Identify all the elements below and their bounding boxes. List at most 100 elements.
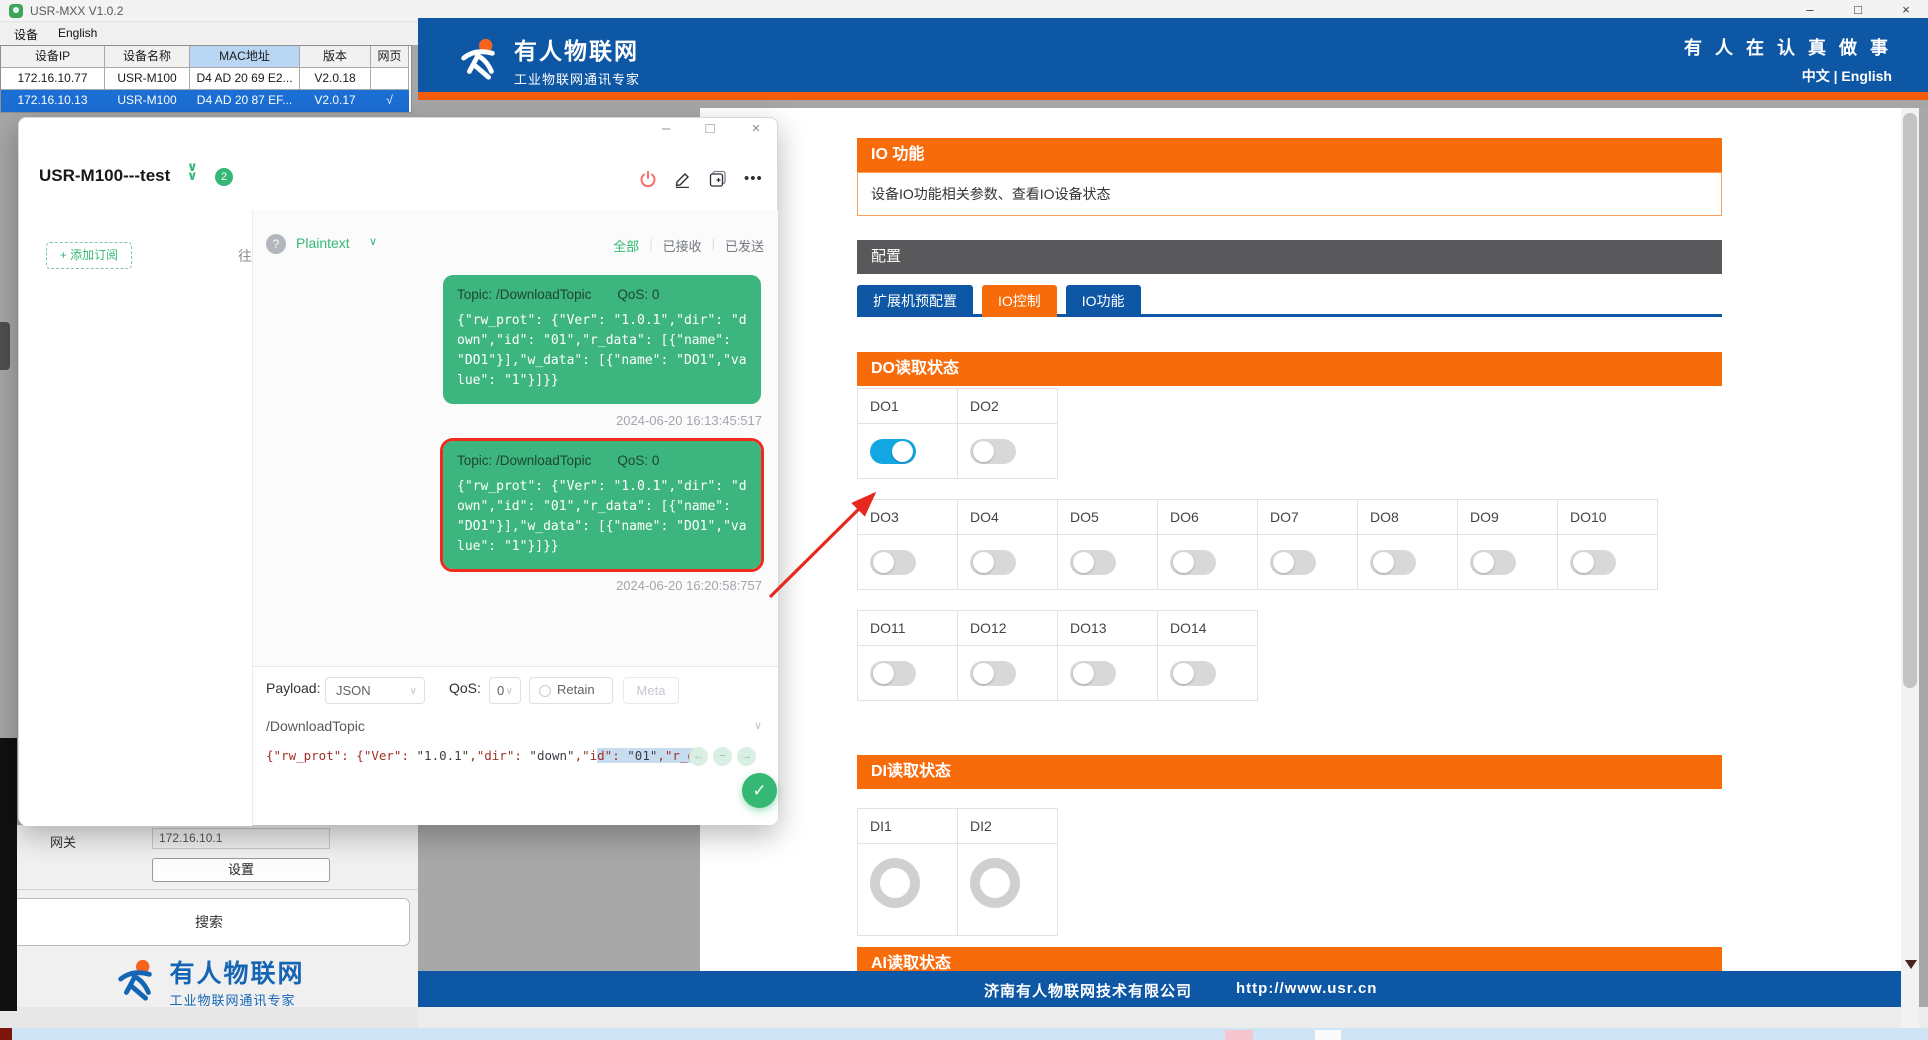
mqtt-minimize-button[interactable]: – (651, 120, 681, 137)
toggle-DO13[interactable] (1070, 661, 1116, 686)
toggle-DO5[interactable] (1070, 550, 1116, 575)
retain-radio[interactable] (539, 685, 551, 697)
next-arrow-icon[interactable]: → (737, 747, 756, 766)
add-subscription-button[interactable]: + 添加订阅 (46, 242, 132, 269)
taskbar-strip (0, 1028, 1928, 1040)
toggle-DO1[interactable] (870, 439, 916, 464)
di-table: DI1DI2 (857, 808, 1058, 936)
message-bubble[interactable]: Topic: /DownloadTopicQoS: 0{"rw_prot": {… (440, 272, 764, 407)
toggle-DO7[interactable] (1270, 550, 1316, 575)
device-table-header: 设备IP设备名称MAC地址版本网页 (1, 46, 411, 68)
message-filters: 全部 | 已接收 | 已发送 (613, 236, 764, 255)
toggle-DO8[interactable] (1370, 550, 1416, 575)
app-menu-bar: 设备 English (0, 22, 418, 45)
send-button[interactable]: ✓ (742, 773, 777, 808)
scrollbar-thumb[interactable] (1903, 113, 1917, 688)
collapse-icon[interactable]: − (713, 747, 732, 766)
new-window-icon[interactable] (709, 170, 727, 193)
toggle-DO12[interactable] (970, 661, 1016, 686)
code-token: "down" (529, 748, 574, 763)
toggle-DO11[interactable] (870, 661, 916, 686)
logo-title: 有人物联网 (169, 954, 304, 990)
edit-pencil-icon[interactable] (674, 170, 692, 193)
search-button[interactable]: 搜索 (8, 898, 410, 946)
subscription-count-badge: 2 (215, 168, 233, 186)
filter-已发送[interactable]: 已发送 (725, 236, 764, 255)
page-main-content: IO 功能 设备IO功能相关参数、查看IO设备状态 配置 扩展机预配置IO控制I… (857, 108, 1722, 971)
do-label-DO10: DO10 (1558, 500, 1658, 535)
di-indicator-DI2 (970, 858, 1020, 908)
message-list: Topic: /DownloadTopicQoS: 0{"rw_prot": {… (253, 272, 764, 603)
menu-item-device[interactable]: 设备 (14, 26, 38, 43)
language-switch[interactable]: 中文 | English (1802, 66, 1892, 86)
code-token: {"rw_prot": {"Ver": (266, 748, 417, 763)
filter-全部[interactable]: 全部 (613, 236, 639, 255)
payload-type-select[interactable]: JSON∨ (325, 677, 425, 704)
device-table-header-cell[interactable]: MAC地址 (190, 46, 300, 68)
tab-IO控制[interactable]: IO控制 (982, 285, 1057, 317)
collapsed-side-tab[interactable] (0, 322, 10, 370)
taskbar-red-item[interactable] (0, 1028, 12, 1040)
help-icon[interactable]: ? (266, 234, 286, 254)
more-options-icon[interactable]: ••• (744, 170, 763, 187)
mqtt-maximize-button[interactable]: □ (695, 120, 725, 137)
bubble-qos: QoS: 0 (617, 287, 659, 302)
tab-IO功能[interactable]: IO功能 (1066, 285, 1141, 317)
do-label-DO14: DO14 (1158, 611, 1258, 646)
site-tagline: 有 人 在 认 真 做 事 (1684, 34, 1892, 60)
gateway-input[interactable]: 172.16.10.1 (152, 828, 330, 849)
chevron-down-icon: ∨ (369, 235, 377, 248)
meta-button[interactable]: Meta (623, 677, 679, 704)
menu-item-english[interactable]: English (58, 26, 97, 40)
topic-input[interactable]: /DownloadTopic∨ (266, 713, 764, 739)
device-table-header-cell[interactable]: 设备名称 (105, 46, 190, 68)
filter-已接收[interactable]: 已接收 (663, 236, 702, 255)
mqtt-close-button[interactable]: × (741, 120, 771, 137)
payload-editor[interactable]: {"rw_prot": {"Ver": "1.0.1","dir": "down… (266, 745, 696, 767)
bubble-payload: {"rw_prot": {"Ver": "1.0.1","dir": "down… (457, 311, 747, 392)
left-dark-strip (0, 738, 17, 1011)
prev-arrow-icon[interactable]: ← (689, 747, 708, 766)
filter-separator: | (649, 236, 652, 255)
toggle-DO6[interactable] (1170, 550, 1216, 575)
toggle-DO3[interactable] (870, 550, 916, 575)
toggle-DO9[interactable] (1470, 550, 1516, 575)
do-label-DO3: DO3 (858, 500, 958, 535)
subscriptions-panel: + 添加订阅 往 (19, 210, 253, 826)
filter-separator: | (712, 236, 715, 255)
qos-select[interactable]: 0∨ (489, 677, 521, 704)
do-label-DO6: DO6 (1158, 500, 1258, 535)
do-label-DO12: DO12 (958, 611, 1058, 646)
di-label-DI1: DI1 (858, 809, 958, 844)
message-area: ? Plaintext ∨ 全部 | 已接收 | 已发送 Topic: /Downloa… (253, 210, 778, 666)
taskbar-pink-item[interactable] (1225, 1030, 1253, 1040)
retain-label: Retain (557, 682, 595, 697)
payload-format-select[interactable]: Plaintext (296, 235, 350, 251)
power-icon[interactable] (639, 170, 657, 193)
message-bubble-highlighted[interactable]: Topic: /DownloadTopicQoS: 0{"rw_prot": {… (440, 438, 764, 573)
toggle-DO14[interactable] (1170, 661, 1216, 686)
site-header: 有人物联网 工业物联网通讯专家 有 人 在 认 真 做 事 中文 | Engli… (418, 18, 1928, 100)
device-table-row[interactable]: 172.16.10.77USR-M100D4 AD 20 69 E2...V2.… (1, 68, 411, 90)
logo-subtitle: 工业物联网通讯专家 (169, 990, 304, 1009)
footer-url[interactable]: http://www.usr.cn (1236, 980, 1377, 1001)
toggle-DO2[interactable] (970, 439, 1016, 464)
toggle-DO4[interactable] (970, 550, 1016, 575)
taskbar-white-item[interactable] (1315, 1030, 1341, 1040)
settings-button[interactable]: 设置 (152, 858, 330, 882)
device-table-header-cell[interactable]: 网页 (371, 46, 409, 68)
chevron-double-down-icon[interactable]: ∨∨ (187, 162, 198, 180)
tab-扩展机预配置[interactable]: 扩展机预配置 (857, 285, 973, 317)
scrollbar-down-arrow[interactable] (1905, 960, 1917, 969)
device-table-row[interactable]: 172.16.10.13USR-M100D4 AD 20 87 EF...V2.… (1, 90, 411, 112)
code-token: ,"i (575, 748, 598, 763)
do-label-DO7: DO7 (1258, 500, 1358, 535)
retain-option[interactable]: Retain (529, 677, 613, 704)
device-table-header-cell[interactable]: 版本 (300, 46, 371, 68)
device-table-header-cell[interactable]: 设备IP (1, 46, 105, 68)
do-table-row-2: DO3DO4DO5DO6DO7DO8DO9DO10 (857, 499, 1658, 590)
code-token: "1.0.1" (417, 748, 470, 763)
do-label-DO4: DO4 (958, 500, 1058, 535)
usr-stickman-icon (113, 958, 159, 1004)
toggle-DO10[interactable] (1570, 550, 1616, 575)
